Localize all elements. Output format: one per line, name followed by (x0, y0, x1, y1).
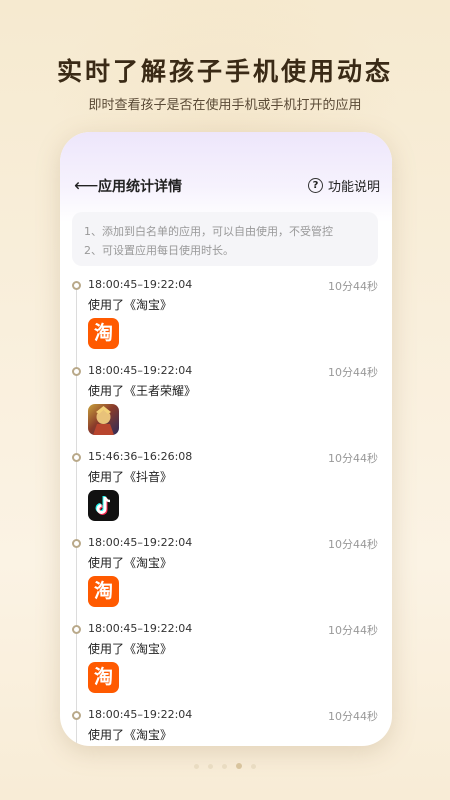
timeline-dot-icon (72, 281, 81, 290)
usage-time: 18:00:45–19:22:04 (88, 278, 193, 291)
page-subline: 即时查看孩子是否在使用手机或手机打开的应用 (88, 98, 362, 113)
usage-duration: 10分44秒 (328, 452, 378, 465)
usage-app: 使用了《淘宝》 (88, 556, 173, 570)
list-item[interactable]: 18:00:45–19:22:04 10分44秒 使用了《淘宝》 淘 (60, 530, 392, 616)
usage-duration: 10分44秒 (328, 538, 378, 551)
timeline-dot-icon (72, 539, 81, 548)
taobao-icon: 淘 (88, 576, 119, 607)
timeline-dot-icon (72, 453, 81, 462)
taobao-icon: 淘 (88, 318, 119, 349)
help-label: 功能说明 (327, 180, 380, 195)
game-icon (88, 404, 119, 435)
page-title: 应用统计详情 (98, 179, 182, 195)
question-circle-icon: ? (307, 178, 323, 193)
usage-time: 18:00:45–19:22:04 (88, 536, 193, 549)
usage-duration: 10分44秒 (328, 366, 378, 379)
list-item[interactable]: 18:00:45–19:22:04 10分44秒 使用了《王者荣耀》 (60, 358, 392, 444)
nav-bar: ⟵ 应用统计详情 ? 功能说明 (60, 174, 392, 198)
page-dot[interactable] (251, 764, 257, 769)
usage-app: 使用了《淘宝》 (88, 298, 173, 312)
timeline-dot-icon (72, 625, 81, 634)
usage-duration: 10分44秒 (328, 280, 378, 293)
notice-box: 1、添加到白名单的应用，可以自由使用，不受管控 2、可设置应用每日使用时长。 (72, 212, 378, 266)
help-button[interactable]: ? 功能说明 (307, 176, 380, 195)
taobao-icon: 淘 (88, 662, 119, 693)
usage-time: 18:00:45–19:22:04 (88, 622, 193, 635)
list-item[interactable]: 18:00:45–19:22:04 10分44秒 使用了《淘宝》 (60, 702, 392, 746)
usage-time: 15:46:36–16:26:08 (88, 450, 193, 463)
timeline-dot-icon (72, 711, 81, 720)
usage-duration: 10分44秒 (328, 624, 378, 637)
list-item[interactable]: 15:46:36–16:26:08 10分44秒 使用了《抖音》 (60, 444, 392, 530)
page-dot-active[interactable] (236, 763, 243, 769)
timeline-dot-icon (72, 367, 81, 376)
page-dot[interactable] (207, 764, 213, 769)
usage-time: 18:00:45–19:22:04 (88, 364, 193, 377)
usage-app: 使用了《抖音》 (88, 470, 173, 484)
usage-duration: 10分44秒 (328, 710, 378, 723)
usage-app: 使用了《淘宝》 (88, 728, 173, 742)
back-arrow-icon[interactable]: ⟵ (74, 176, 98, 196)
tiktok-icon (88, 490, 119, 521)
page-dot[interactable] (222, 764, 227, 769)
phone-screen: ⟵ 应用统计详情 ? 功能说明 1、添加到白名单的应用，可以自由使用，不受管控 … (60, 132, 392, 746)
page-headline: 实时了解孩子手机使用动态 (56, 57, 393, 86)
notice-line-1: 1、添加到白名单的应用，可以自由使用，不受管控 (84, 225, 333, 238)
usage-app: 使用了《淘宝》 (88, 642, 173, 656)
usage-time: 18:00:45–19:22:04 (88, 708, 193, 721)
list-item[interactable]: 18:00:45–19:22:04 10分44秒 使用了《淘宝》 淘 (60, 272, 392, 358)
usage-timeline: 18:00:45–19:22:04 10分44秒 使用了《淘宝》 淘 18:00… (60, 272, 392, 746)
list-item[interactable]: 18:00:45–19:22:04 10分44秒 使用了《淘宝》 淘 (60, 616, 392, 702)
usage-app: 使用了《王者荣耀》 (88, 384, 197, 398)
page-indicator (0, 754, 450, 773)
page-dot[interactable] (193, 764, 199, 769)
notice-line-2: 2、可设置应用每日使用时长。 (84, 244, 234, 257)
